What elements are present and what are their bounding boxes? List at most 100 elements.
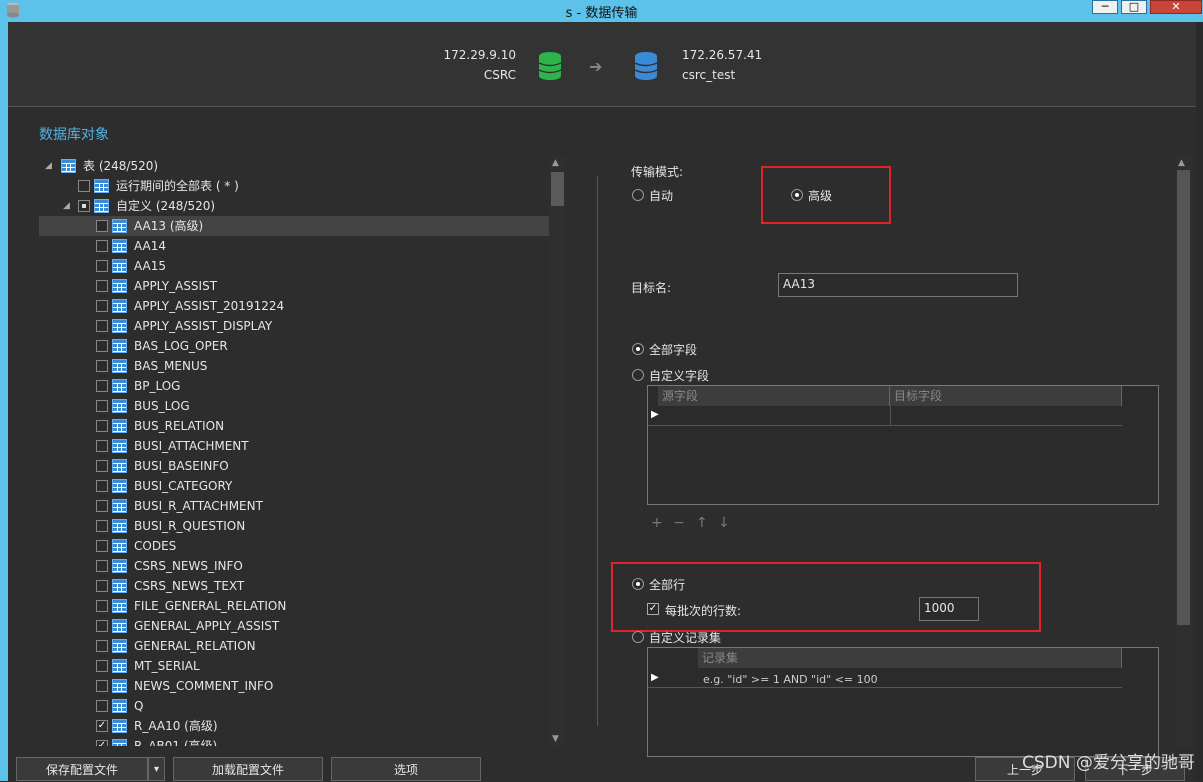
tree-checkbox[interactable] bbox=[96, 360, 108, 372]
tree-checkbox[interactable] bbox=[78, 200, 90, 212]
custom-fields-label[interactable]: 自定义字段 bbox=[649, 367, 709, 384]
tree-checkbox[interactable]: ✓ bbox=[96, 720, 108, 732]
source-db-name: CSRC bbox=[483, 68, 516, 82]
tree-checkbox[interactable] bbox=[78, 180, 90, 192]
table-icon bbox=[112, 699, 127, 713]
tree-row[interactable]: ◢ 自定义 (248/520) bbox=[39, 196, 549, 216]
scroll-up-icon[interactable]: ▲ bbox=[1178, 158, 1185, 168]
remove-icon[interactable]: − bbox=[673, 515, 685, 531]
tree-row[interactable]: APPLY_ASSIST_DISPLAY bbox=[39, 316, 549, 336]
tree-checkbox[interactable] bbox=[96, 620, 108, 632]
tree-row[interactable]: BUS_LOG bbox=[39, 396, 549, 416]
tree-checkbox[interactable] bbox=[96, 520, 108, 532]
tree-checkbox[interactable] bbox=[96, 700, 108, 712]
tree-row[interactable]: CSRS_NEWS_TEXT bbox=[39, 576, 549, 596]
tree-checkbox[interactable] bbox=[96, 300, 108, 312]
mode-auto-radio[interactable] bbox=[632, 189, 644, 201]
tree-row-label: GENERAL_APPLY_ASSIST bbox=[134, 619, 280, 633]
tree-row[interactable]: BUSI_BASEINFO bbox=[39, 456, 549, 476]
tree-checkbox[interactable] bbox=[96, 680, 108, 692]
minimize-button[interactable]: ─ bbox=[1092, 0, 1118, 14]
custom-recordset-label[interactable]: 自定义记录集 bbox=[649, 629, 721, 646]
mode-auto-label[interactable]: 自动 bbox=[649, 187, 673, 204]
tree-checkbox[interactable] bbox=[96, 640, 108, 652]
tree-checkbox[interactable] bbox=[96, 580, 108, 592]
tree-checkbox[interactable] bbox=[96, 220, 108, 232]
tree-row-label: CODES bbox=[134, 539, 177, 553]
tree-row[interactable]: BUSI_R_ATTACHMENT bbox=[39, 496, 549, 516]
tree-checkbox[interactable] bbox=[96, 340, 108, 352]
all-fields-label[interactable]: 全部字段 bbox=[649, 341, 697, 358]
close-button[interactable]: ✕ bbox=[1150, 0, 1202, 14]
scroll-down-icon[interactable]: ▼ bbox=[552, 734, 559, 744]
expand-toggle-icon[interactable]: ◢ bbox=[45, 156, 52, 176]
tree-checkbox[interactable] bbox=[96, 420, 108, 432]
tree-checkbox[interactable] bbox=[96, 480, 108, 492]
object-tree[interactable]: ◢ 表 (248/520) 运行期间的全部表 ( * ) ◢ 自定义 (248/520)… bbox=[39, 156, 549, 746]
tree-checkbox[interactable] bbox=[96, 280, 108, 292]
table-icon bbox=[112, 339, 127, 353]
custom-fields-radio[interactable] bbox=[632, 369, 644, 381]
tree-row-label: CSRS_NEWS_TEXT bbox=[134, 579, 245, 593]
table-icon bbox=[112, 619, 127, 633]
tree-scroll-thumb[interactable] bbox=[551, 172, 564, 206]
tree-checkbox[interactable] bbox=[96, 380, 108, 392]
tree-row[interactable]: AA14 bbox=[39, 236, 549, 256]
tree-checkbox[interactable] bbox=[96, 240, 108, 252]
tree-checkbox[interactable]: ✓ bbox=[96, 740, 108, 746]
save-config-button[interactable]: 保存配置文件 bbox=[16, 757, 148, 781]
save-config-dropdown-icon[interactable]: ▾ bbox=[148, 757, 165, 781]
tree-checkbox[interactable] bbox=[96, 460, 108, 472]
recordset-condition-input[interactable]: e.g. "id" >= 1 AND "id" <= 100 bbox=[703, 673, 878, 686]
tree-checkbox[interactable] bbox=[96, 660, 108, 672]
tree-checkbox[interactable] bbox=[96, 540, 108, 552]
tree-checkbox[interactable] bbox=[96, 440, 108, 452]
tree-row[interactable]: GENERAL_RELATION bbox=[39, 636, 549, 656]
tree-row[interactable]: MT_SERIAL bbox=[39, 656, 549, 676]
tree-row[interactable]: AA15 bbox=[39, 256, 549, 276]
tree-row[interactable]: ✓ R_AA10 (高级) bbox=[39, 716, 549, 736]
tree-checkbox[interactable] bbox=[96, 500, 108, 512]
tree-row[interactable]: APPLY_ASSIST bbox=[39, 276, 549, 296]
tree-row[interactable]: BUSI_CATEGORY bbox=[39, 476, 549, 496]
field-grid-row[interactable] bbox=[648, 406, 1122, 426]
move-down-icon[interactable]: ↓ bbox=[718, 515, 730, 531]
tree-row[interactable]: BAS_LOG_OPER bbox=[39, 336, 549, 356]
tree-row[interactable]: Q bbox=[39, 696, 549, 716]
tree-scrollbar[interactable] bbox=[549, 156, 566, 746]
tree-checkbox[interactable] bbox=[96, 600, 108, 612]
options-button[interactable]: 选项 bbox=[331, 757, 481, 781]
tree-row[interactable]: BUSI_R_QUESTION bbox=[39, 516, 549, 536]
tree-checkbox[interactable] bbox=[96, 400, 108, 412]
tree-row[interactable]: GENERAL_APPLY_ASSIST bbox=[39, 616, 549, 636]
tree-row[interactable]: CSRS_NEWS_INFO bbox=[39, 556, 549, 576]
tree-row[interactable]: CODES bbox=[39, 536, 549, 556]
all-fields-radio[interactable] bbox=[632, 343, 644, 355]
tree-row[interactable]: NEWS_COMMENT_INFO bbox=[39, 676, 549, 696]
tree-row-label: BUSI_R_ATTACHMENT bbox=[134, 499, 263, 513]
tree-row[interactable]: ✓ R_AB01 (高级) bbox=[39, 736, 549, 746]
tree-checkbox[interactable] bbox=[96, 560, 108, 572]
table-icon bbox=[112, 259, 127, 273]
load-config-button[interactable]: 加载配置文件 bbox=[173, 757, 323, 781]
expand-toggle-icon[interactable]: ◢ bbox=[63, 196, 70, 216]
tree-row[interactable]: BP_LOG bbox=[39, 376, 549, 396]
target-name-input[interactable]: AA13 bbox=[778, 273, 1018, 297]
scroll-up-icon[interactable]: ▲ bbox=[552, 158, 559, 168]
custom-recordset-radio[interactable] bbox=[632, 631, 644, 643]
maximize-button[interactable]: □ bbox=[1121, 0, 1147, 14]
tree-row[interactable]: APPLY_ASSIST_20191224 bbox=[39, 296, 549, 316]
options-scroll-thumb[interactable] bbox=[1177, 170, 1190, 625]
tree-row[interactable]: ◢ 表 (248/520) bbox=[39, 156, 549, 176]
tree-row[interactable]: 运行期间的全部表 ( * ) bbox=[39, 176, 549, 196]
move-up-icon[interactable]: ↑ bbox=[696, 515, 708, 531]
header-divider bbox=[8, 106, 1196, 107]
tree-checkbox[interactable] bbox=[96, 260, 108, 272]
tree-row[interactable]: BUSI_ATTACHMENT bbox=[39, 436, 549, 456]
tree-row[interactable]: AA13 (高级) bbox=[39, 216, 549, 236]
tree-row[interactable]: BUS_RELATION bbox=[39, 416, 549, 436]
tree-row[interactable]: FILE_GENERAL_RELATION bbox=[39, 596, 549, 616]
tree-checkbox[interactable] bbox=[96, 320, 108, 332]
add-icon[interactable]: + bbox=[651, 515, 663, 531]
tree-row[interactable]: BAS_MENUS bbox=[39, 356, 549, 376]
